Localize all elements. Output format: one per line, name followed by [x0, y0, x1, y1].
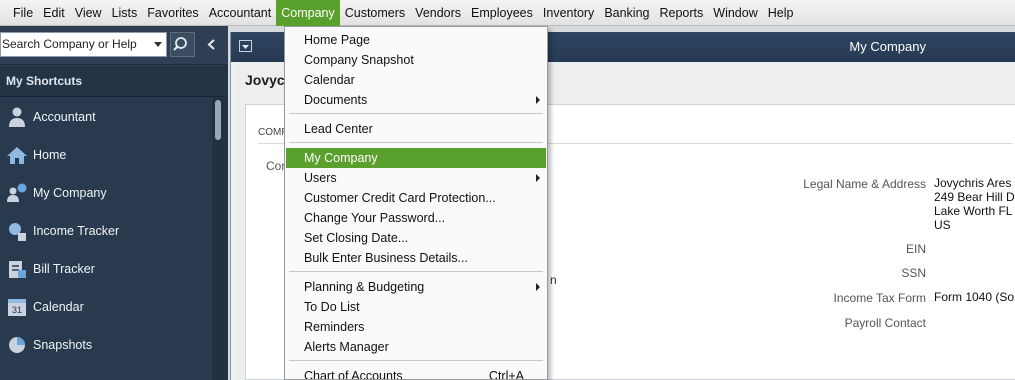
window-menu-icon[interactable] [239, 40, 252, 52]
menu-item-users[interactable]: Users [286, 168, 546, 188]
shortcut-my-company[interactable]: My Company [0, 174, 212, 212]
address-line: 249 Bear Hill D [934, 190, 1015, 204]
submenu-arrow-icon [536, 283, 540, 291]
menu-item-my-company[interactable]: My Company [286, 148, 546, 168]
shortcut-income-tracker[interactable]: Income Tracker [0, 212, 212, 250]
menu-vendors[interactable]: Vendors [410, 0, 466, 26]
shortcuts-header: My Shortcuts [0, 66, 228, 97]
city-line: Lake Worth FL [934, 204, 1013, 218]
menu-accountant[interactable]: Accountant [204, 0, 277, 26]
ein-label: EIN [905, 242, 926, 256]
menu-item-bulk-enter-business-details[interactable]: Bulk Enter Business Details... [286, 248, 546, 268]
menu-customers[interactable]: Customers [340, 0, 410, 26]
shortcut-list: Accountant Home My Company Income Tracke… [0, 98, 212, 364]
shortcut-label: My Company [33, 186, 107, 200]
menu-item-change-password[interactable]: Change Your Password... [286, 208, 546, 228]
shortcut-snapshots[interactable]: Snapshots [0, 326, 212, 364]
shortcut-home[interactable]: Home [0, 136, 212, 174]
menu-item-planning-budgeting[interactable]: Planning & Budgeting [286, 277, 546, 297]
company-people-icon [6, 182, 28, 204]
menu-reports[interactable]: Reports [655, 0, 709, 26]
company-menu-dropdown: Home Page Company Snapshot Calendar Docu… [284, 26, 548, 380]
legal-name-line: Jovychris Ares [934, 176, 1012, 190]
chevron-left-icon [207, 39, 215, 50]
legal-name-label: Legal Name & Address [803, 177, 926, 191]
search-icon [173, 37, 187, 51]
nav-scrollbar-thumb[interactable] [215, 100, 221, 140]
income-tax-form-label: Income Tax Form [833, 291, 926, 305]
menu-item-alerts-manager[interactable]: Alerts Manager [286, 337, 546, 357]
menu-banking[interactable]: Banking [599, 0, 654, 26]
person-icon [6, 106, 28, 128]
menu-lists[interactable]: Lists [107, 0, 143, 26]
search-button[interactable] [170, 32, 195, 57]
shortcut-label: Bill Tracker [33, 262, 95, 276]
menu-employees[interactable]: Employees [466, 0, 538, 26]
income-tracker-icon [6, 220, 28, 242]
search-dropdown-caret-icon[interactable] [154, 42, 162, 47]
shortcut-bill-tracker[interactable]: Bill Tracker [0, 250, 212, 288]
shortcut-label: Home [33, 148, 67, 162]
collapse-nav-button[interactable] [200, 32, 224, 57]
menu-view[interactable]: View [70, 0, 107, 26]
menu-item-documents[interactable]: Documents [286, 90, 546, 110]
menu-company[interactable]: Company [276, 0, 340, 26]
calendar-icon: 31 [6, 296, 28, 318]
menu-separator [289, 113, 543, 114]
body-text-fragment: n [550, 273, 557, 287]
menu-file[interactable]: File [8, 0, 38, 26]
menu-help[interactable]: Help [763, 0, 799, 26]
window-title: My Company [849, 39, 926, 54]
menu-window[interactable]: Window [708, 0, 762, 26]
payroll-contact-label: Payroll Contact [844, 316, 926, 330]
menu-edit[interactable]: Edit [38, 0, 70, 26]
shortcut-label: Calendar [33, 300, 84, 314]
country-line: US [934, 218, 951, 232]
menu-shortcut-key: Ctrl+A [488, 369, 524, 380]
contact-label: Cor [266, 159, 286, 173]
submenu-arrow-icon [536, 174, 540, 182]
search-row: Search Company or Help [0, 26, 228, 65]
nav-scrollbar[interactable] [212, 98, 228, 380]
submenu-arrow-icon [536, 96, 540, 104]
menu-item-company-snapshot[interactable]: Company Snapshot [286, 50, 546, 70]
shortcut-label: Snapshots [33, 338, 93, 352]
shortcut-label: Accountant [33, 110, 96, 124]
menu-separator [289, 360, 543, 361]
menu-item-reminders[interactable]: Reminders [286, 317, 546, 337]
menu-inventory[interactable]: Inventory [538, 0, 599, 26]
menu-item-to-do-list[interactable]: To Do List [286, 297, 546, 317]
menu-favorites[interactable]: Favorites [142, 0, 203, 26]
pie-chart-icon [6, 334, 28, 356]
shortcut-label: Income Tracker [33, 224, 120, 238]
bill-tracker-icon [6, 258, 28, 280]
house-icon [6, 144, 28, 166]
menu-separator [289, 142, 543, 143]
left-navigation: Search Company or Help My Shortcuts Acco… [0, 26, 228, 380]
menu-item-credit-card-protection[interactable]: Customer Credit Card Protection... [286, 188, 546, 208]
ssn-label: SSN [901, 266, 926, 280]
menu-item-set-closing-date[interactable]: Set Closing Date... [286, 228, 546, 248]
menu-separator [289, 271, 543, 272]
shortcut-accountant[interactable]: Accountant [0, 98, 212, 136]
calendar-icon-text: 31 [12, 305, 22, 315]
menu-item-chart-of-accounts[interactable]: Chart of Accounts Ctrl+A [286, 366, 546, 380]
shortcut-calendar[interactable]: 31 Calendar [0, 288, 212, 326]
income-tax-form-value: Form 1040 (So [934, 290, 1015, 304]
search-input[interactable]: Search Company or Help [0, 32, 167, 57]
search-placeholder: Search Company or Help [2, 37, 137, 51]
menu-item-calendar[interactable]: Calendar [286, 70, 546, 90]
menu-item-lead-center[interactable]: Lead Center [286, 119, 546, 139]
menu-bar: File Edit View Lists Favorites Accountan… [0, 0, 1015, 26]
menu-item-home-page[interactable]: Home Page [286, 30, 546, 50]
